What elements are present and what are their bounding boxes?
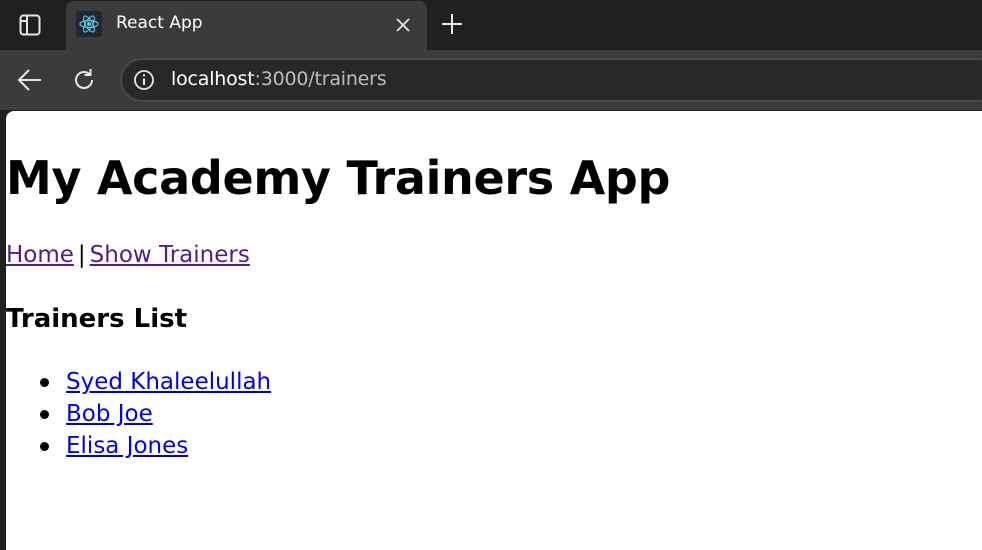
close-tab-button[interactable] <box>391 13 415 37</box>
tab-title: React App <box>116 13 203 33</box>
info-icon[interactable] <box>132 68 156 92</box>
trainer-list: Syed Khaleelullah Bob Joe Elisa Jones <box>6 366 271 462</box>
bullet-icon <box>40 442 49 451</box>
page-viewport: My Academy Trainers App Home | Show Traine… <box>6 111 982 550</box>
url-path: :3000/trainers <box>254 68 387 90</box>
bullet-icon <box>40 378 49 387</box>
reload-icon <box>75 69 93 89</box>
nav-separator: | <box>77 242 86 268</box>
plus-icon <box>442 14 462 34</box>
trainer-link[interactable]: Bob Joe <box>66 401 153 427</box>
url-host: localhost <box>171 68 255 90</box>
trainer-link[interactable]: Elisa Jones <box>66 433 188 459</box>
back-arrow-icon <box>17 69 41 91</box>
tab-actions-button[interactable] <box>11 7 49 43</box>
close-icon <box>396 18 410 32</box>
bullet-icon <box>40 410 49 419</box>
url-text: localhost:3000/trainers <box>171 68 387 90</box>
app-nav: Home | Show Trainers <box>6 242 250 268</box>
tab-actions-icon <box>19 14 41 36</box>
list-item: Syed Khaleelullah <box>6 366 271 398</box>
new-tab-button[interactable] <box>438 10 466 38</box>
page-title: My Academy Trainers App <box>6 151 671 205</box>
browser-tab-active[interactable]: React App <box>66 1 427 51</box>
browser-toolbar: localhost:3000/trainers <box>0 50 982 110</box>
list-item: Bob Joe <box>6 398 271 430</box>
list-item: Elisa Jones <box>6 430 271 462</box>
address-bar[interactable]: localhost:3000/trainers <box>120 58 982 102</box>
nav-link-home[interactable]: Home <box>6 242 74 268</box>
nav-link-show-trainers[interactable]: Show Trainers <box>90 242 250 268</box>
reload-button[interactable] <box>68 64 100 96</box>
back-button[interactable] <box>14 64 46 96</box>
browser-tab-strip: React App <box>0 0 982 51</box>
react-logo-icon <box>76 11 102 37</box>
trainer-link[interactable]: Syed Khaleelullah <box>66 369 271 395</box>
section-title: Trainers List <box>6 304 188 334</box>
